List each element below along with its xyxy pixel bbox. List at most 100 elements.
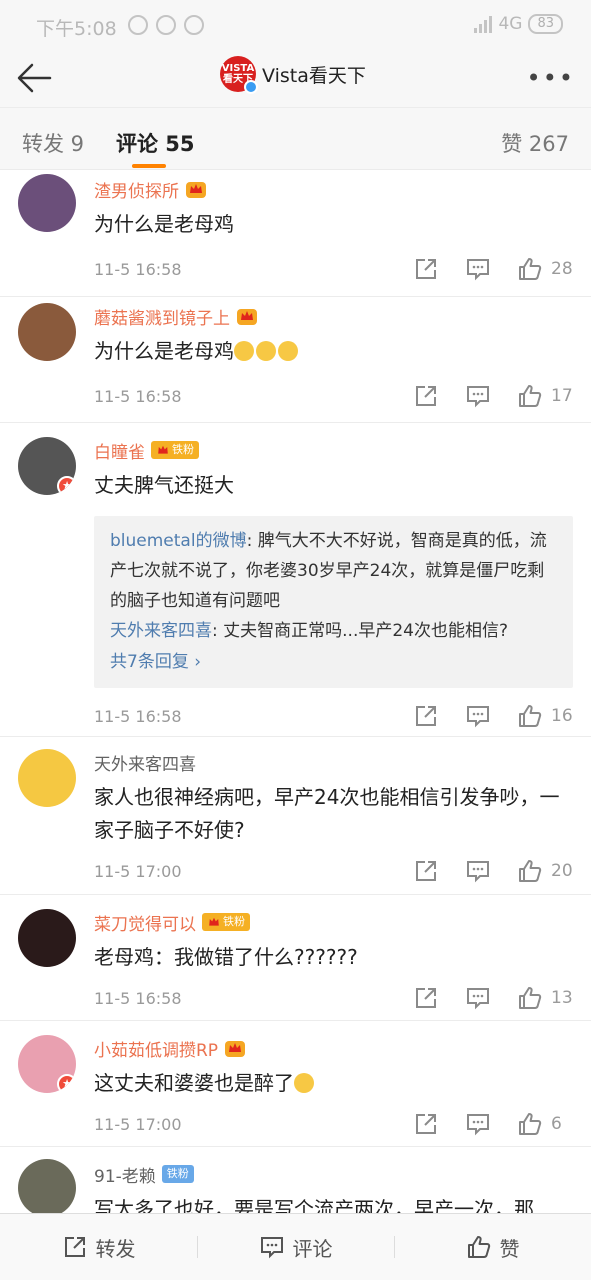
like-count: 20 bbox=[551, 861, 573, 881]
comment-time: 11-5 16:58 bbox=[94, 259, 182, 279]
comment-username[interactable]: 渣男侦探所 bbox=[94, 177, 179, 202]
more-replies-link[interactable]: 共7条回复 › bbox=[110, 646, 557, 678]
avatar[interactable] bbox=[18, 303, 76, 361]
comment-icon bbox=[467, 861, 489, 883]
like-button[interactable]: 17 bbox=[517, 383, 573, 409]
share-icon bbox=[416, 706, 436, 726]
status-bar: 下午5:08 4G 83 bbox=[0, 0, 591, 50]
like-button[interactable]: 13 bbox=[517, 985, 573, 1011]
vip-crown-icon bbox=[225, 1041, 246, 1057]
more-icon[interactable]: ••• bbox=[527, 64, 575, 92]
tab-repost[interactable]: 转发 9 bbox=[22, 128, 84, 158]
account-avatar: VISTA 看天下 bbox=[220, 56, 258, 94]
fan-badge-label: 铁粉 bbox=[223, 915, 245, 928]
reply-button[interactable] bbox=[465, 858, 491, 884]
vip-crown-icon bbox=[237, 309, 257, 325]
like-count: 6 bbox=[551, 1114, 562, 1134]
comment-text-body: 为什么是老母鸡 bbox=[94, 339, 234, 363]
reply-button[interactable] bbox=[465, 703, 491, 729]
comment-text: 为什么是老母鸡 bbox=[94, 212, 234, 236]
nav-account[interactable]: VISTA 看天下 Vista看天下 bbox=[220, 56, 366, 94]
status-icons bbox=[128, 15, 204, 35]
avatar[interactable] bbox=[18, 174, 76, 232]
reply-button[interactable] bbox=[465, 1111, 491, 1137]
comment-username[interactable]: 小茹茹低调攒RP bbox=[94, 1036, 218, 1061]
bottom-repost-button[interactable]: 转发 bbox=[0, 1214, 197, 1280]
alarm-icon bbox=[156, 15, 176, 35]
comment-text: 丈夫脾气还挺大 bbox=[94, 473, 234, 497]
nav-bar: VISTA 看天下 Vista看天下 ••• bbox=[0, 50, 591, 108]
logo-top-text: VISTA bbox=[221, 63, 255, 74]
bottom-like-button[interactable]: 赞 bbox=[394, 1214, 591, 1280]
laugh-cry-emoji-icon bbox=[278, 341, 298, 361]
vip-crown-icon bbox=[186, 182, 206, 198]
reply-button[interactable] bbox=[465, 256, 491, 282]
smile-emoji-icon bbox=[294, 1073, 314, 1093]
network-label: 4G bbox=[498, 14, 523, 34]
bottom-comment-button[interactable]: 评论 bbox=[197, 1214, 394, 1280]
reply-button[interactable] bbox=[465, 383, 491, 409]
tab-like[interactable]: 赞 267 bbox=[501, 128, 569, 158]
like-button[interactable]: 6 bbox=[517, 1111, 573, 1137]
status-time: 下午5:08 bbox=[36, 18, 117, 40]
comment-time: 11-5 17:00 bbox=[94, 861, 182, 881]
comment-time: 11-5 16:58 bbox=[94, 386, 182, 406]
like-button[interactable]: 20 bbox=[517, 858, 573, 884]
fan-badge: 铁粉 bbox=[161, 1165, 194, 1183]
like-button[interactable]: 16 bbox=[517, 703, 573, 729]
comment-item: 91-老赖 铁粉 写太多了也好，要是写个流产两次，早产一次，那 bbox=[0, 1146, 591, 1213]
share-icon bbox=[416, 1114, 436, 1134]
share-button[interactable] bbox=[413, 383, 439, 409]
reply-button[interactable] bbox=[465, 985, 491, 1011]
share-icon bbox=[416, 861, 436, 881]
share-button[interactable] bbox=[413, 703, 439, 729]
comment-feed[interactable]: 渣男侦探所 为什么是老母鸡 11-5 16:58 28 蘑菇酱溅到镜子上 为什么… bbox=[0, 170, 591, 1213]
comment-icon bbox=[467, 259, 489, 281]
battery-icon: 83 bbox=[528, 14, 563, 34]
avatar[interactable]: ★ bbox=[18, 437, 76, 495]
avatar[interactable] bbox=[18, 1159, 76, 1213]
comment-time: 11-5 17:00 bbox=[94, 1114, 182, 1134]
share-button[interactable] bbox=[413, 256, 439, 282]
avatar[interactable] bbox=[18, 909, 76, 967]
share-icon bbox=[64, 1237, 85, 1257]
verified-icon bbox=[244, 80, 258, 94]
comment-time: 11-5 16:58 bbox=[94, 988, 182, 1008]
fan-badge: 铁粉 bbox=[151, 441, 199, 459]
reply-preview[interactable]: bluemetal的微博: 脾气大不大不好说，智商是真的低，流产七次就不说了，你… bbox=[94, 516, 573, 688]
comment-text: 家人也很神经病吧，早产24次也能相信引发争吵，一家子脑子不好使? bbox=[94, 785, 560, 842]
status-right: 4G 83 bbox=[474, 14, 563, 34]
comment-username[interactable]: 菜刀觉得可以 bbox=[94, 910, 196, 935]
thumbs-up-icon bbox=[467, 1236, 490, 1258]
tab-comment[interactable]: 评论 55 bbox=[116, 128, 195, 158]
thumbs-up-icon bbox=[519, 860, 542, 882]
comment-item: 菜刀觉得可以 铁粉 老母鸡：我做错了什么?????? 11-5 16:58 13 bbox=[0, 894, 591, 1020]
laugh-cry-emoji-icon bbox=[256, 341, 276, 361]
comment-username[interactable]: 白瞳雀 bbox=[94, 438, 145, 463]
comment-item: ★ 白瞳雀 铁粉 丈夫脾气还挺大 bluemetal的微博: 脾气大不大不好说，… bbox=[0, 422, 591, 736]
share-button[interactable] bbox=[413, 1111, 439, 1137]
comment-time: 11-5 16:58 bbox=[94, 706, 182, 726]
thumbs-up-icon bbox=[519, 987, 542, 1009]
verified-badge-icon: ★ bbox=[57, 476, 76, 495]
comment-text-body: 这丈夫和婆婆也是醉了 bbox=[94, 1071, 294, 1095]
active-tab-indicator bbox=[132, 164, 166, 168]
like-button[interactable]: 28 bbox=[517, 256, 573, 282]
comment-username[interactable]: 91-老赖 bbox=[94, 1162, 156, 1187]
comment-username[interactable]: 蘑菇酱溅到镜子上 bbox=[94, 304, 230, 329]
comment-text: 这丈夫和婆婆也是醉了 bbox=[94, 1067, 573, 1100]
share-button[interactable] bbox=[413, 985, 439, 1011]
share-button[interactable] bbox=[413, 858, 439, 884]
avatar[interactable]: ★ bbox=[18, 1035, 76, 1093]
reply-username[interactable]: 天外来客四喜 bbox=[110, 621, 212, 641]
like-count: 13 bbox=[551, 988, 573, 1008]
avatar[interactable] bbox=[18, 749, 76, 807]
comment-icon bbox=[467, 988, 489, 1010]
comment-item: 天外来客四喜 家人也很神经病吧，早产24次也能相信引发争吵，一家子脑子不好使? … bbox=[0, 736, 591, 894]
bottom-repost-label: 转发 bbox=[95, 1236, 136, 1261]
back-arrow-icon[interactable] bbox=[14, 58, 54, 98]
reply-username[interactable]: bluemetal的微博 bbox=[110, 531, 247, 551]
comment-username[interactable]: 天外来客四喜 bbox=[94, 750, 196, 775]
share-icon bbox=[416, 386, 436, 406]
comment-item: ★ 小茹茹低调攒RP 这丈夫和婆婆也是醉了 11-5 17:00 6 bbox=[0, 1020, 591, 1146]
